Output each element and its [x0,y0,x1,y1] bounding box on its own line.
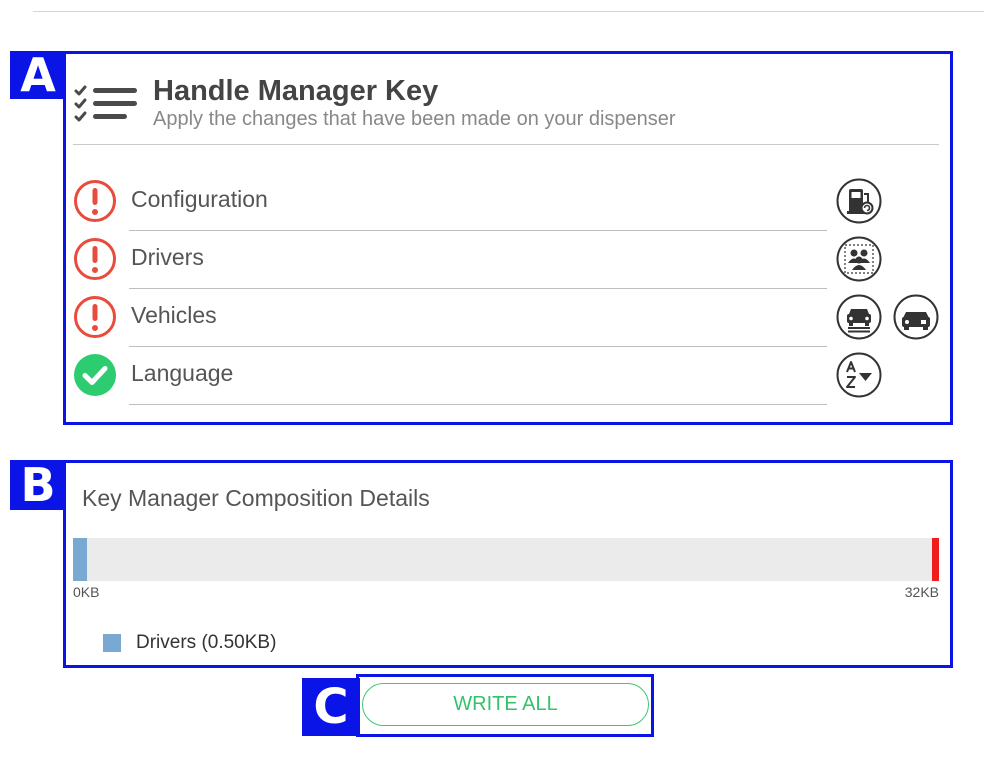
item-label-vehicles: Vehicles [131,302,217,328]
row-divider [129,346,827,347]
page-title: Handle Manager Key [153,75,439,107]
row-divider [129,288,827,289]
item-label-language: Language [131,360,234,386]
drivers-usage-fill [73,538,87,581]
callout-a: A [10,48,66,102]
legend-swatch-drivers [103,634,121,652]
legend-label-drivers: Drivers (0.50KB) [136,632,277,653]
callout-b: B [10,458,66,512]
storage-usage-bar [73,538,939,581]
check-icon [74,354,116,396]
header-divider [73,144,939,145]
warning-icon [74,296,116,338]
language-sort-icon[interactable] [836,352,882,398]
warning-icon [74,238,116,280]
vehicles-list-icon[interactable] [836,294,882,340]
item-label-configuration: Configuration [131,186,268,212]
warning-icon [74,180,116,222]
write-all-button[interactable]: WRITE ALL [362,683,649,726]
dispenser-config-icon[interactable] [836,178,882,224]
checklist-icon [74,85,137,122]
composition-title: Key Manager Composition Details [82,485,430,511]
drivers-group-icon[interactable] [836,236,882,282]
top-divider [33,11,984,12]
capacity-limit-marker [932,538,939,581]
row-divider [129,230,827,231]
vehicle-icon[interactable] [893,294,939,340]
page-subtitle: Apply the changes that have been made on… [153,108,676,130]
bar-max-label: 32KB [904,584,939,600]
callout-c: C [302,678,360,736]
bar-min-label: 0KB [73,584,100,600]
row-divider [129,404,827,405]
item-label-drivers: Drivers [131,244,204,270]
